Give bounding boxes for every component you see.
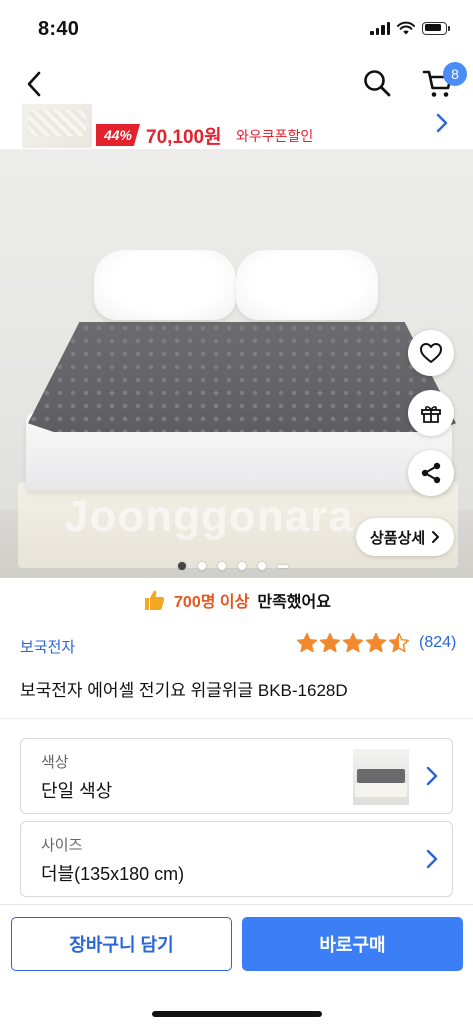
promo-thumbnail [22, 104, 92, 148]
wishlist-button[interactable] [408, 330, 454, 376]
color-option-selector[interactable]: 색상 단일 색상 [20, 738, 453, 814]
carousel-dot[interactable] [238, 562, 246, 570]
star-icon [296, 632, 318, 653]
product-detail-button[interactable]: 상품상세 [356, 518, 455, 556]
signal-icon [370, 21, 390, 35]
color-option-thumbnail [353, 749, 409, 805]
share-icon [421, 462, 441, 484]
top-nav [0, 58, 473, 110]
divider [0, 718, 473, 719]
back-button[interactable] [16, 66, 52, 102]
brand-link[interactable]: 보국전자 [20, 636, 75, 657]
carousel-dot[interactable] [258, 562, 266, 570]
chevron-right-icon [432, 531, 440, 543]
size-option-selector[interactable]: 사이즈 더블(135x180 cm) [20, 821, 453, 897]
satisfaction-text: 만족했어요 [257, 594, 331, 611]
satisfaction-banner: 700명 이상 만족했어요 [0, 578, 473, 622]
battery-level [424, 24, 441, 31]
search-icon [364, 70, 391, 97]
star-icon [388, 632, 410, 653]
buy-now-button[interactable]: 바로구매 [242, 917, 463, 971]
carousel-dots[interactable] [178, 562, 288, 570]
promo-price: 70,100원 [146, 127, 222, 148]
status-time: 8:40 [38, 18, 80, 40]
carousel-dot[interactable] [278, 564, 288, 568]
home-indicator[interactable] [152, 1011, 322, 1017]
gift-button[interactable] [408, 390, 454, 436]
battery-icon [422, 21, 450, 35]
add-to-cart-button[interactable]: 장바구니 담기 [11, 917, 232, 971]
watermark: Joonggonara [64, 492, 354, 541]
chevron-right-icon [426, 849, 438, 874]
pillow-left [94, 250, 236, 320]
chevron-right-icon [426, 766, 438, 791]
star-icon [319, 632, 341, 653]
status-icons [370, 21, 450, 35]
heart-icon [420, 343, 442, 363]
color-option-value: 단일 색상 [41, 781, 113, 801]
status-bar: 8:40 [0, 0, 473, 58]
share-button[interactable] [408, 450, 454, 496]
carousel-dot[interactable] [218, 562, 226, 570]
satisfaction-count: 700명 이상 [174, 594, 250, 611]
bottom-action-bar: 장바구니 담기 바로구매 [0, 904, 473, 1024]
promo-chevron-icon[interactable] [435, 112, 449, 139]
promo-bar[interactable]: 44% 70,100원 와우쿠폰할인 [0, 104, 473, 150]
size-option-label: 사이즈 [41, 837, 83, 854]
size-option-value: 더블(135x180 cm) [41, 864, 185, 884]
gift-icon [421, 406, 441, 423]
electric-pad [28, 322, 456, 432]
star-icon [342, 632, 364, 653]
product-image-carousel[interactable]: Joonggonara 상품상세 [0, 150, 473, 578]
color-option-label: 색상 [41, 754, 69, 771]
pillow-right [236, 250, 378, 320]
rating-stars [296, 632, 410, 654]
product-detail-label: 상품상세 [370, 529, 426, 547]
coupon-label: 와우쿠폰할인 [236, 128, 314, 144]
cart-count-badge: 8 [443, 62, 467, 86]
back-icon [27, 71, 41, 97]
search-button[interactable] [358, 64, 396, 102]
carousel-dot[interactable] [198, 562, 206, 570]
discount-tag: 44% [96, 124, 140, 146]
product-title: 보국전자 에어셀 전기요 위글위글 BKB-1628D [20, 681, 348, 700]
carousel-dot[interactable] [178, 562, 186, 570]
rating[interactable]: (824) [296, 632, 456, 654]
wifi-icon [397, 21, 415, 35]
star-icon [365, 632, 387, 653]
review-count[interactable]: (824) [419, 634, 456, 652]
thumbs-up-icon [145, 590, 165, 610]
